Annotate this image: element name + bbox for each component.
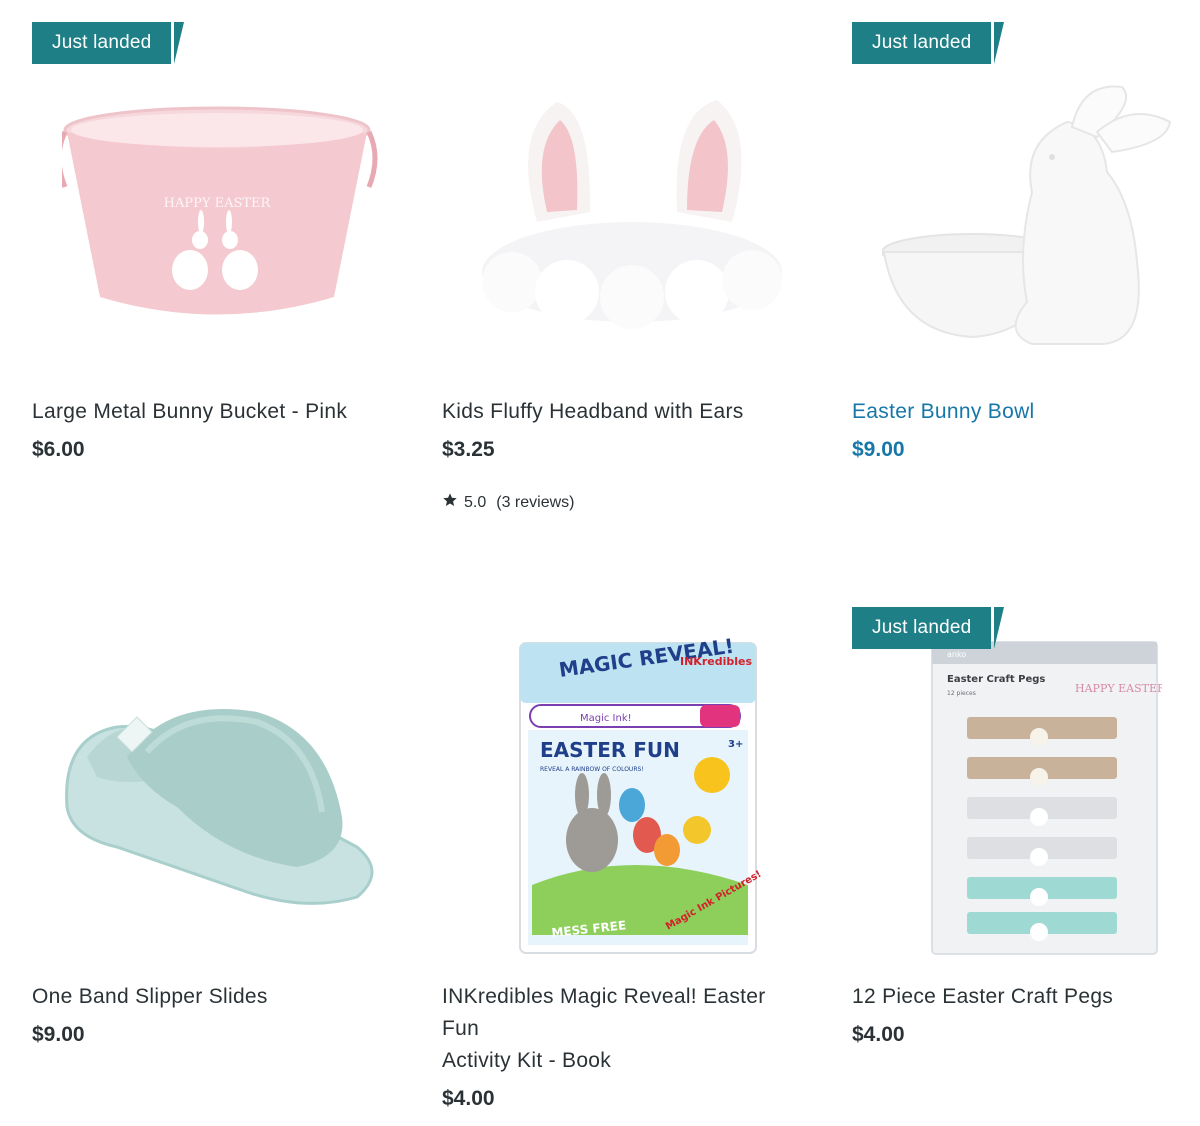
product-price: $3.25 — [442, 438, 495, 461]
book-tagline: REVEAL A RAINBOW OF COLOURS! — [540, 766, 644, 773]
product-card-inkredibles[interactable]: MAGIC REVEAL! INKredibles Magic Ink! EAS… — [442, 607, 802, 1111]
pegs-label: Easter Craft Pegs — [947, 674, 1045, 685]
rating-reviews[interactable]: (3 reviews) — [496, 494, 574, 512]
pegs-slogan: HAPPY EASTER — [1075, 682, 1162, 695]
badge-tail — [174, 22, 185, 64]
product-price: $6.00 — [32, 438, 85, 461]
product-price: $4.00 — [442, 1087, 495, 1110]
product-title[interactable]: Kids Fluffy Headband with Ears — [442, 396, 802, 428]
magic-reveal-book-image: MAGIC REVEAL! INKredibles Magic Ink! EAS… — [519, 635, 762, 954]
product-image-bunny-bowl[interactable]: Just landed — [852, 22, 1200, 372]
book-subtitle: EASTER FUN — [540, 738, 680, 762]
product-card-bunny-bucket[interactable]: HAPPY EASTER Just landed Large Metal Bun… — [32, 22, 392, 462]
just-landed-badge: Just landed — [852, 22, 1005, 64]
product-title[interactable]: One Band Slipper Slides — [32, 981, 392, 1013]
product-price: $9.00 — [32, 1023, 85, 1046]
product-title[interactable]: 12 Piece Easter Craft Pegs — [852, 981, 1200, 1013]
product-title[interactable]: Easter Bunny Bowl — [852, 396, 1200, 428]
product-rating: 5.0 (3 reviews) — [442, 492, 802, 513]
product-image-inkredibles[interactable]: MAGIC REVEAL! INKredibles Magic Ink! EAS… — [442, 607, 802, 957]
product-image-headband[interactable] — [442, 22, 802, 372]
product-card-slipper[interactable]: One Band Slipper Slides $9.00 — [32, 607, 392, 1047]
rating-score: 5.0 — [464, 493, 487, 511]
product-card-bunny-bowl[interactable]: Just landed Easter Bunny Bowl $9.00 — [852, 22, 1200, 462]
just-landed-badge: Just landed — [32, 22, 185, 64]
product-price: $9.00 — [852, 438, 905, 461]
star-icon — [442, 492, 458, 513]
product-title[interactable]: Large Metal Bunny Bucket - Pink — [32, 396, 392, 428]
just-landed-badge: Just landed — [852, 607, 1005, 649]
bucket-print-text: HAPPY EASTER — [164, 196, 272, 211]
badge-label: Just landed — [32, 22, 172, 64]
craft-pegs-image: anko Easter Craft Pegs 12 pieces HAPPY E… — [931, 641, 1162, 955]
slipper-image — [65, 709, 374, 905]
badge-label: Just landed — [852, 607, 992, 649]
pegs-brand: anko — [947, 650, 966, 659]
product-price: $4.00 — [852, 1023, 905, 1046]
product-card-craft-pegs[interactable]: anko Easter Craft Pegs 12 pieces HAPPY E… — [852, 607, 1200, 1047]
bunny-bowl-image — [882, 85, 1172, 345]
pegs-count: 12 pieces — [947, 690, 976, 697]
fluffy-headband-image — [482, 100, 782, 329]
product-title-line-2[interactable]: Activity Kit - Book — [442, 1045, 802, 1077]
product-card-headband[interactable]: Kids Fluffy Headband with Ears $3.25 5.0… — [442, 22, 802, 513]
bunny-bucket-image: HAPPY EASTER — [62, 106, 378, 315]
product-image-bunny-bucket[interactable]: HAPPY EASTER Just landed — [32, 22, 392, 372]
badge-label: Just landed — [852, 22, 992, 64]
product-title-line-1[interactable]: INKredibles Magic Reveal! Easter Fun — [442, 981, 802, 1045]
book-pen-label: Magic Ink! — [580, 713, 632, 724]
badge-tail — [994, 607, 1005, 649]
book-age: 3+ — [728, 739, 743, 750]
badge-tail — [994, 22, 1005, 64]
product-image-craft-pegs[interactable]: anko Easter Craft Pegs 12 pieces HAPPY E… — [852, 607, 1200, 957]
product-image-slipper[interactable] — [32, 607, 392, 957]
book-brand: INKredibles — [680, 655, 752, 668]
